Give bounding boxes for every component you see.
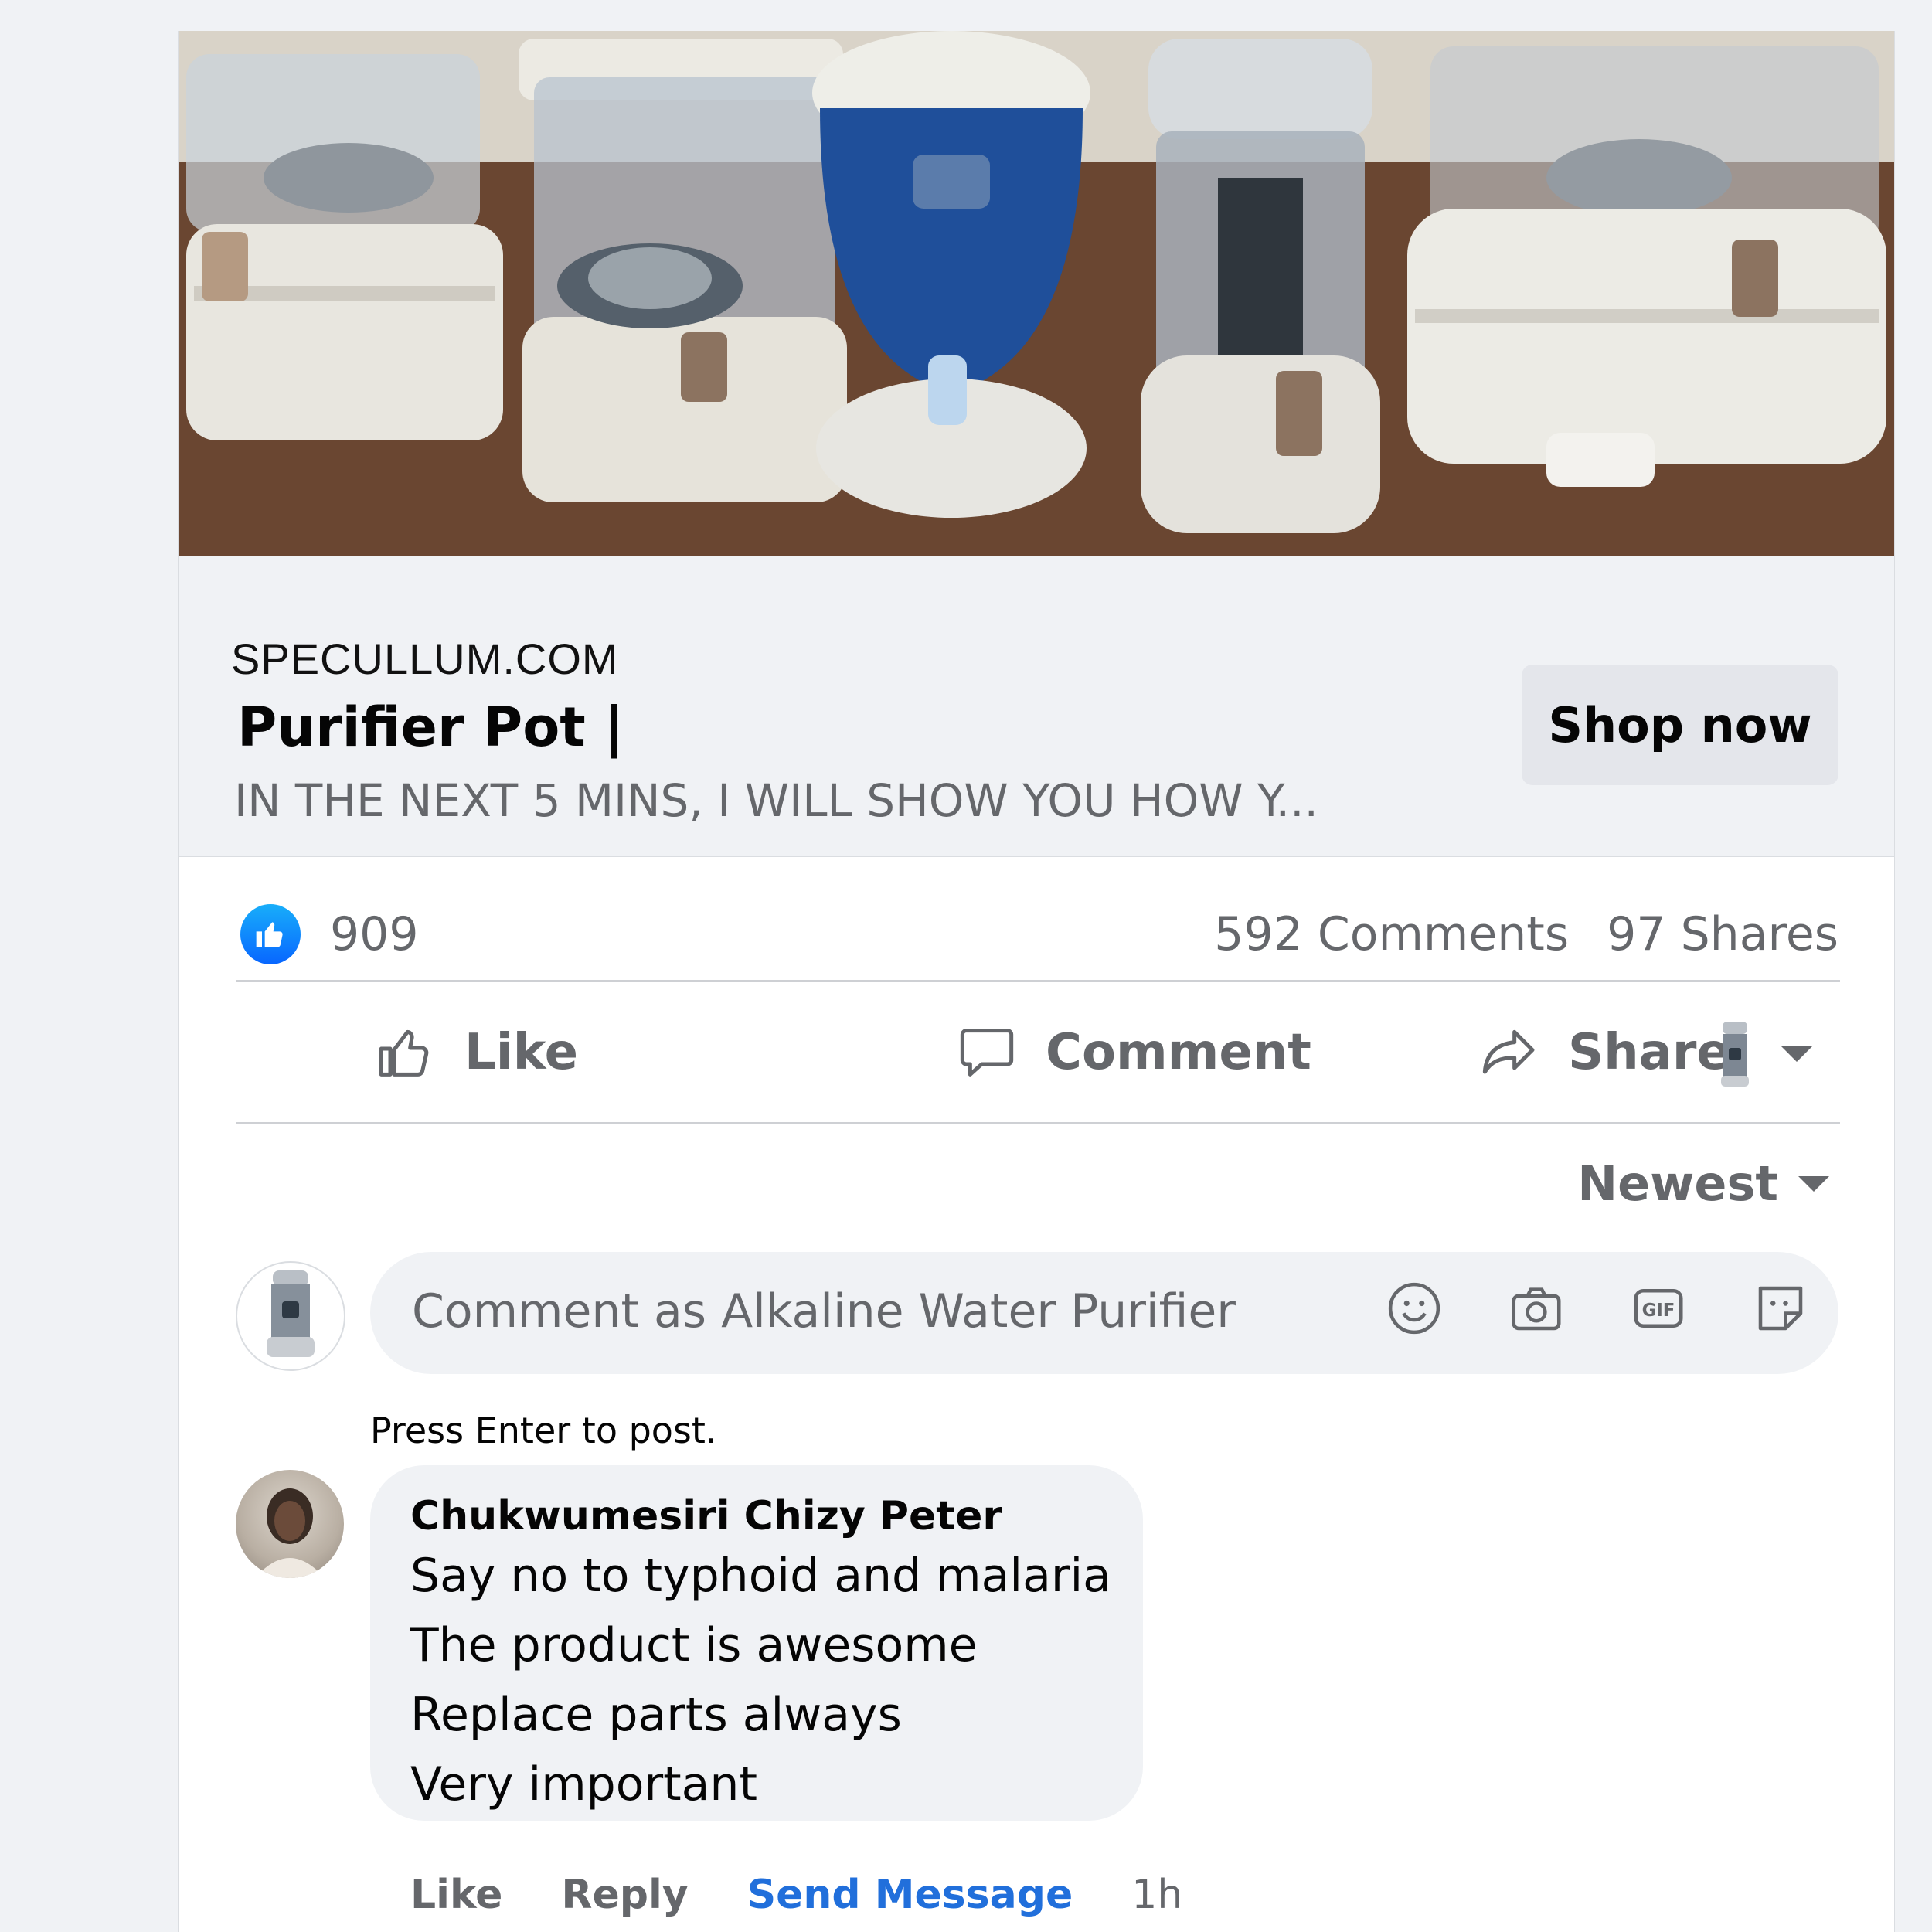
link-headline[interactable]: Purifier Pot |: [237, 696, 624, 759]
purifier-avatar-icon: [1721, 1022, 1749, 1087]
link-description: IN THE NEXT 5 MINS, I WILL SHOW YOU HOW …: [234, 774, 1318, 827]
comment-timestamp[interactable]: 1h: [1131, 1872, 1182, 1918]
comment-sort-dropdown[interactable]: Newest: [1577, 1155, 1829, 1212]
comment-like-link[interactable]: Like: [410, 1872, 502, 1918]
comment-label: Comment: [1046, 1024, 1311, 1081]
share-arrow-icon: [1482, 1029, 1535, 1074]
comment-share-counts: 592 Comments 97 Shares: [1214, 907, 1838, 961]
sort-label: Newest: [1577, 1155, 1778, 1212]
comment-bubble: Chukwumesiri Chizy Peter Say no to typho…: [370, 1465, 1143, 1821]
person-silhouette-icon: [255, 1488, 325, 1578]
shop-now-button[interactable]: Shop now: [1522, 665, 1838, 785]
comment-text-line: Replace parts always: [410, 1688, 902, 1742]
share-label: Share: [1568, 1024, 1730, 1081]
chevron-down-icon: [1798, 1175, 1829, 1192]
purifier-avatar-icon: [267, 1270, 315, 1357]
comment-author-avatar[interactable]: [236, 1470, 344, 1578]
thumbs-up-icon: [379, 1029, 429, 1077]
sticker-icon[interactable]: [1750, 1278, 1811, 1338]
share-count[interactable]: 97 Shares: [1607, 907, 1838, 961]
divider: [236, 1122, 1840, 1124]
purifier-pots-illustration: [179, 31, 1894, 556]
gif-icon[interactable]: GIF: [1628, 1278, 1689, 1338]
emoji-icon[interactable]: [1384, 1278, 1444, 1338]
comment-text-line: Very important: [410, 1757, 757, 1811]
chevron-down-icon: [1781, 1046, 1812, 1062]
link-preview[interactable]: SPECULLUM.COM Purifier Pot | IN THE NEXT…: [179, 556, 1894, 857]
share-button[interactable]: Share: [1478, 981, 1730, 1124]
post-card: SPECULLUM.COM Purifier Pot | IN THE NEXT…: [178, 31, 1895, 1932]
speech-bubble-icon: [960, 1029, 1014, 1077]
comment-button[interactable]: Comment: [956, 981, 1311, 1124]
comment-composer[interactable]: Comment as Alkaline Water Purifier GIF: [370, 1252, 1838, 1374]
post-action-bar: Like Comment Share: [236, 981, 1840, 1124]
link-domain: SPECULLUM.COM: [231, 634, 619, 683]
comment-actions: Like Reply Send Message 1h: [410, 1872, 1182, 1918]
like-label: Like: [464, 1024, 578, 1081]
like-badge-icon[interactable]: [240, 904, 301, 964]
post-image[interactable]: [179, 31, 1894, 556]
comment-text-line: The product is awesome: [410, 1618, 978, 1672]
comment-input[interactable]: Comment as Alkaline Water Purifier: [412, 1284, 1236, 1338]
composer-tools: GIF: [1384, 1278, 1811, 1338]
comment-count[interactable]: 592 Comments: [1214, 907, 1569, 961]
reaction-count[interactable]: 909: [330, 907, 419, 961]
comment-text-line: Say no to typhoid and malaria: [410, 1549, 1111, 1603]
like-button[interactable]: Like: [375, 981, 578, 1124]
composer-hint: Press Enter to post.: [370, 1410, 717, 1451]
comment-author[interactable]: Chukwumesiri Chizy Peter: [410, 1493, 1002, 1539]
send-message-link[interactable]: Send Message: [747, 1872, 1073, 1918]
camera-icon[interactable]: [1506, 1278, 1566, 1338]
comment-reply-link[interactable]: Reply: [561, 1872, 688, 1918]
commenter-avatar[interactable]: [236, 1261, 345, 1371]
page-identity-selector[interactable]: [1719, 1022, 1812, 1087]
svg-text:GIF: GIF: [1642, 1301, 1675, 1321]
